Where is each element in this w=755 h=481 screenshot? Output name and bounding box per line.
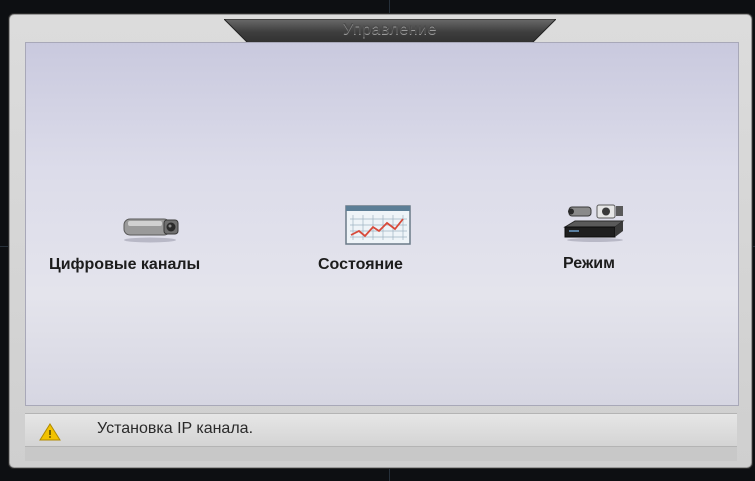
camera-icon: [118, 213, 182, 248]
menu-item-label: Режим: [563, 255, 615, 272]
menu-item-mode[interactable]: Режим: [541, 203, 651, 273]
warning-icon: [39, 423, 61, 446]
menu-item-status[interactable]: Состояние: [311, 205, 451, 273]
dialog-title: Управление: [343, 21, 437, 38]
menu-item-digital-channels[interactable]: Цифровые каналы: [46, 213, 261, 273]
chart-icon: [345, 205, 411, 250]
menu-panel: Цифровые каналы Состояние Режим: [25, 42, 739, 406]
management-dialog: Управление Цифровые каналы Состояние Реж…: [9, 14, 752, 468]
status-message: Установка IP канала.: [97, 420, 254, 437]
menu-item-label: Состояние: [318, 256, 403, 273]
status-bar: Установка IP канала.: [25, 413, 737, 447]
bottom-frame: [25, 447, 737, 461]
menu-item-label: Цифровые каналы: [49, 256, 201, 273]
devices-icon: [561, 203, 627, 248]
